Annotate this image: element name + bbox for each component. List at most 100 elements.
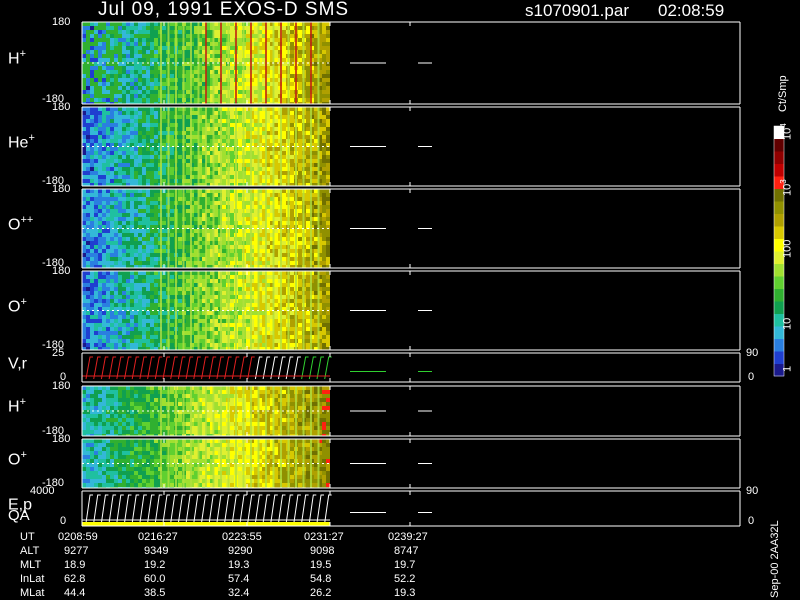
- heatmap-cell: [86, 70, 90, 74]
- heatmap-cell: [214, 94, 218, 98]
- heatmap-cell: [122, 229, 126, 233]
- heatmap-cell: [126, 319, 130, 323]
- heatmap-cell: [146, 70, 150, 74]
- heatmap-cell: [314, 135, 318, 139]
- heatmap-cell: [106, 26, 110, 30]
- heatmap-cell: [282, 221, 286, 225]
- heatmap-cell: [246, 119, 250, 123]
- heatmap-cell: [222, 241, 226, 245]
- heatmap-cell: [162, 253, 166, 257]
- heatmap-cell: [142, 131, 146, 135]
- heatmap-cell: [98, 66, 102, 70]
- heatmap-cell: [106, 275, 110, 279]
- heatmap-cell: [282, 217, 286, 221]
- heatmap-cell: [306, 213, 310, 217]
- heatmap-cell: [82, 189, 86, 193]
- heatmap-cell: [238, 241, 242, 245]
- heatmap-cell: [102, 249, 106, 253]
- heatmap-cell: [142, 327, 146, 331]
- heatmap-cell: [214, 295, 218, 299]
- heatmap-cell: [282, 50, 286, 54]
- heatmap-cell: [238, 22, 242, 26]
- heatmap-cell: [118, 58, 122, 62]
- heatmap-cell: [90, 331, 94, 335]
- heatmap-cell: [282, 189, 286, 193]
- heatmap-cell: [102, 163, 106, 167]
- heatmap-cell: [122, 275, 126, 279]
- heatmap-cell: [162, 70, 166, 74]
- heatmap-cell: [178, 159, 182, 163]
- heatmap-cell: [170, 217, 174, 221]
- heatmap-cell: [162, 319, 166, 323]
- heatmap-cell: [290, 311, 294, 315]
- heatmap-cell: [214, 54, 218, 58]
- heatmap-cell: [102, 261, 106, 265]
- heatmap-cell: [238, 295, 242, 299]
- heatmap-cell: [134, 42, 138, 46]
- heatmap-cell: [126, 34, 130, 38]
- heatmap-cell: [126, 233, 130, 237]
- heatmap-cell: [86, 111, 90, 115]
- heatmap-cell: [214, 197, 218, 201]
- heatmap-cell: [326, 127, 330, 131]
- heatmap-cell: [82, 123, 86, 127]
- heatmap-cell: [134, 249, 138, 253]
- heatmap-cell: [150, 315, 154, 319]
- heatmap-cell: [94, 38, 98, 42]
- heatmap-cell: [306, 22, 310, 26]
- heatmap-cell: [122, 26, 126, 30]
- heatmap-cell: [126, 245, 130, 249]
- heatmap-cell: [186, 127, 190, 131]
- heatmap-cell: [326, 155, 330, 159]
- heatmap-cell: [150, 283, 154, 287]
- heatmap-cell: [186, 213, 190, 217]
- heatmap-cell: [170, 279, 174, 283]
- heatmap-cell: [326, 58, 330, 62]
- heatmap-cell: [230, 291, 234, 295]
- heatmap-cell: [130, 135, 134, 139]
- heatmap-cell: [274, 179, 278, 183]
- heatmap-cell: [298, 155, 302, 159]
- heatmap-cell: [134, 209, 138, 213]
- heatmap-cell: [214, 271, 218, 275]
- heatmap-cell: [126, 90, 130, 94]
- heatmap-cell: [134, 171, 138, 175]
- heatmap-cell: [170, 257, 174, 261]
- heatmap-cell: [282, 193, 286, 197]
- heatmap-cell: [102, 205, 106, 209]
- heatmap-cell: [134, 147, 138, 151]
- streak: [250, 189, 252, 268]
- heatmap-cell: [90, 245, 94, 249]
- heatmap-cell: [274, 291, 278, 295]
- heatmap-cell: [298, 94, 302, 98]
- heatmap-cell: [86, 193, 90, 197]
- heatmap-cell: [102, 107, 106, 111]
- heatmap-cell: [110, 175, 114, 179]
- heatmap-cell: [118, 311, 122, 315]
- heatmap-cell: [282, 147, 286, 151]
- heatmap-cell: [238, 155, 242, 159]
- heatmap-cell: [178, 147, 182, 151]
- heatmap-cell: [214, 201, 218, 205]
- heatmap-cell: [82, 241, 86, 245]
- heatmap-cell: [110, 42, 114, 46]
- heatmap-cell: [146, 159, 150, 163]
- heatmap-cell: [282, 241, 286, 245]
- heatmap-cell: [230, 229, 234, 233]
- heatmap-cell: [146, 94, 150, 98]
- heatmap-cell: [238, 261, 242, 265]
- heatmap-cell: [274, 107, 278, 111]
- heatmap-cell: [102, 233, 106, 237]
- heatmap-cell: [194, 159, 198, 163]
- heatmap-cell: [222, 82, 226, 86]
- heatmap-cell: [130, 175, 134, 179]
- heatmap-cell: [222, 151, 226, 155]
- heatmap-cell: [306, 189, 310, 193]
- heatmap-cell: [178, 261, 182, 265]
- heatmap-cell: [154, 323, 158, 327]
- heatmap-cell: [194, 245, 198, 249]
- heatmap-cell: [142, 295, 146, 299]
- heatmap-cell: [90, 66, 94, 70]
- heatmap-cell: [246, 299, 250, 303]
- heatmap-cell: [142, 271, 146, 275]
